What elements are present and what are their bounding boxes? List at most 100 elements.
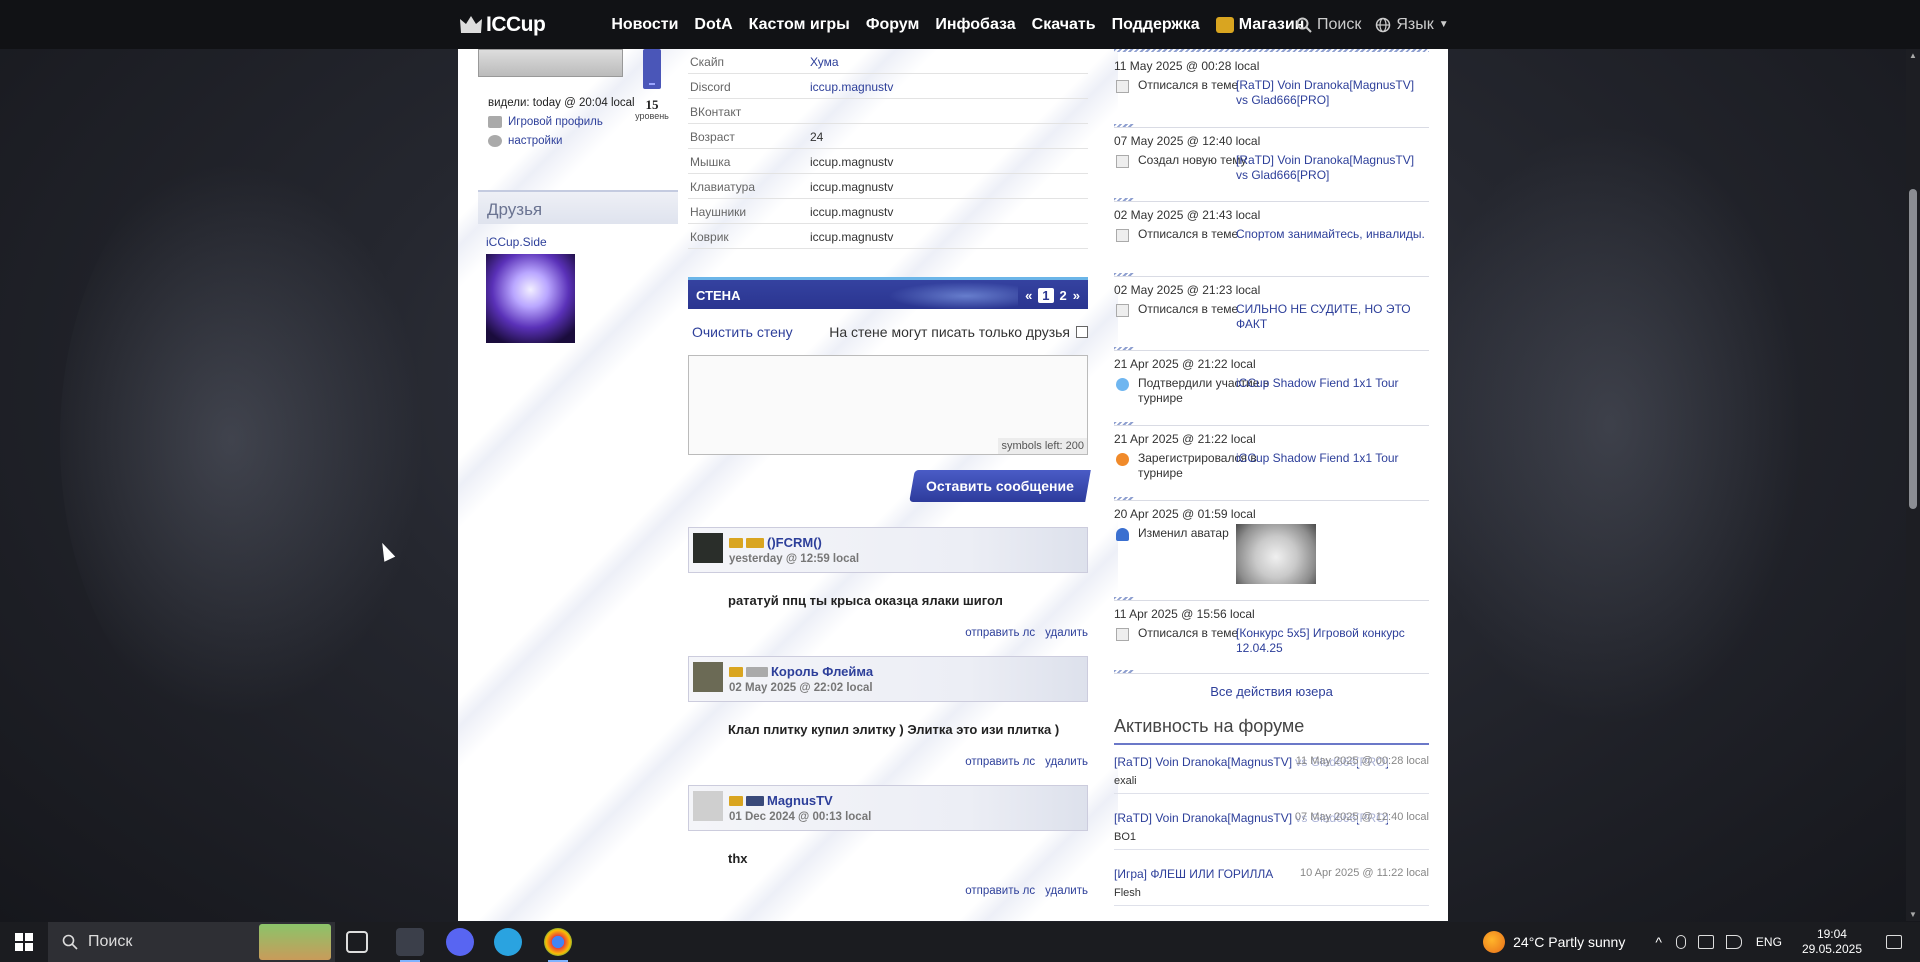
wall-post-header: Король Флейма 02 May 2025 @ 22:02 local bbox=[688, 656, 1088, 702]
profile-info-row: ВКонтакт bbox=[688, 99, 1088, 124]
friends-only-label: На стене могут писать только друзья bbox=[829, 324, 1070, 340]
wall-pager: « 1 2 » bbox=[1025, 288, 1080, 303]
author-name[interactable]: ()FCRM() bbox=[729, 535, 822, 550]
scroll-up-arrow[interactable]: ▲ bbox=[1909, 51, 1917, 60]
author-name[interactable]: Король Флейма bbox=[729, 664, 873, 679]
network-icon[interactable] bbox=[1697, 935, 1714, 949]
nav-custom-games[interactable]: Кастом игры bbox=[741, 16, 858, 34]
clear-wall-link[interactable]: Очистить стену bbox=[692, 324, 793, 340]
profile-info-row: Скайп Хума bbox=[688, 49, 1088, 74]
activity-divider bbox=[1114, 198, 1429, 202]
activity-target-link[interactable]: [RaTD] Voin Dranoka[MagnusTV] vs Glad666… bbox=[1236, 78, 1426, 108]
send-pm-link[interactable]: отправить лс bbox=[965, 627, 1035, 639]
send-pm-link[interactable]: отправить лс bbox=[965, 756, 1035, 768]
new-topic-icon bbox=[1116, 155, 1129, 168]
telegram-icon[interactable] bbox=[494, 928, 522, 956]
volume-icon[interactable] bbox=[1725, 935, 1742, 949]
nav-dota[interactable]: DotA bbox=[686, 16, 740, 34]
game-app-icon[interactable] bbox=[396, 928, 424, 962]
author-avatar[interactable] bbox=[693, 791, 723, 821]
activity-target-link[interactable]: Спортом занимайтесь, инвалиды. bbox=[1236, 227, 1426, 242]
info-key: Клавиатура bbox=[690, 180, 755, 194]
post-actions: отправить лс удалить bbox=[965, 627, 1088, 639]
send-pm-link[interactable]: отправить лс bbox=[965, 885, 1035, 897]
wall-message-input[interactable]: symbols left: 200 bbox=[688, 355, 1088, 455]
globe-icon bbox=[1376, 17, 1391, 32]
register-icon bbox=[1116, 453, 1129, 466]
nav-infobase[interactable]: Инфобаза bbox=[927, 16, 1023, 34]
activity-target-link[interactable]: [Конкурс 5x5] Игровой конкурс 12.04.25 bbox=[1236, 626, 1426, 656]
discord-icon[interactable] bbox=[446, 928, 474, 956]
game-profile-link[interactable]: Игровой профиль bbox=[488, 116, 603, 128]
taskbar-search-label: Поиск bbox=[88, 933, 133, 950]
author-name[interactable]: MagnusTV bbox=[729, 793, 833, 808]
nav-forum[interactable]: Форум bbox=[858, 16, 928, 34]
language-selector[interactable]: Язык ▼ bbox=[1375, 16, 1449, 34]
author-avatar[interactable] bbox=[693, 662, 723, 692]
pager-page-1[interactable]: 1 bbox=[1038, 288, 1054, 303]
activity-divider bbox=[1114, 273, 1429, 277]
activity-date: 07 May 2025 @ 12:40 local bbox=[1114, 134, 1261, 148]
clock[interactable]: 19:04 29.05.2025 bbox=[1802, 927, 1862, 957]
nav-support[interactable]: Поддержка bbox=[1104, 16, 1208, 34]
pager-prev[interactable]: « bbox=[1025, 288, 1032, 303]
info-value: iccup.magnustv bbox=[810, 230, 894, 244]
activity-divider bbox=[1114, 422, 1429, 426]
nav-news[interactable]: Новости bbox=[603, 16, 686, 34]
delete-link[interactable]: удалить bbox=[1045, 627, 1088, 639]
activity-date: 02 May 2025 @ 21:23 local bbox=[1114, 283, 1261, 297]
taskbar-search[interactable]: Поиск bbox=[48, 922, 335, 962]
forum-topic-link[interactable]: [Игра] ФЛЕШ ИЛИ ГОРИЛЛА bbox=[1114, 867, 1273, 881]
search-button[interactable]: Поиск bbox=[1296, 16, 1361, 34]
activity-date: 21 Apr 2025 @ 21:22 local bbox=[1114, 357, 1256, 371]
info-value: iccup.magnustv bbox=[810, 155, 894, 169]
info-value: iccup.magnustv bbox=[810, 180, 894, 194]
activity-target-link[interactable]: iCCup Shadow Fiend 1x1 Tour bbox=[1236, 451, 1426, 466]
info-value[interactable]: iccup.magnustv bbox=[810, 80, 893, 94]
chevron-up-icon[interactable]: ^ bbox=[1655, 934, 1662, 950]
post-text: Клал плитку купил элитку ) Элитка это из… bbox=[728, 722, 1060, 737]
pager-next[interactable]: » bbox=[1073, 288, 1080, 303]
post-icon bbox=[1116, 229, 1129, 242]
input-language[interactable]: ENG bbox=[1756, 935, 1782, 949]
post-button-label: Оставить сообщение bbox=[926, 478, 1074, 494]
info-key: Мышка bbox=[690, 155, 731, 169]
task-view-icon[interactable] bbox=[346, 931, 368, 953]
scroll-down-arrow[interactable]: ▼ bbox=[1909, 910, 1917, 919]
forum-row-divider bbox=[1114, 905, 1429, 906]
friends-only-toggle[interactable]: На стене могут писать только друзья bbox=[829, 324, 1088, 340]
page-scrollbar[interactable]: ▲ ▼ bbox=[1906, 49, 1920, 921]
weather-text[interactable]: 24°C Partly sunny bbox=[1513, 934, 1625, 950]
wall-post-header: MagnusTV 01 Dec 2024 @ 00:13 local bbox=[688, 785, 1088, 831]
activity-divider bbox=[1114, 347, 1429, 351]
pager-page-2[interactable]: 2 bbox=[1060, 288, 1067, 303]
friends-only-checkbox[interactable] bbox=[1076, 326, 1088, 338]
all-actions-link[interactable]: Все действия юзера bbox=[1114, 684, 1429, 699]
flag-badge-icon bbox=[746, 795, 764, 806]
activity-divider bbox=[1114, 597, 1429, 601]
chrome-icon[interactable] bbox=[544, 928, 572, 962]
friend-avatar[interactable] bbox=[486, 254, 575, 343]
post-message-button[interactable]: Оставить сообщение bbox=[909, 470, 1091, 502]
delete-link[interactable]: удалить bbox=[1045, 756, 1088, 768]
settings-link[interactable]: настройки bbox=[488, 135, 562, 147]
friend-name-link[interactable]: iCCup.Side bbox=[486, 235, 547, 249]
weather-icon[interactable] bbox=[1483, 931, 1506, 953]
forum-post-excerpt: exali bbox=[1114, 775, 1137, 787]
delete-link[interactable]: удалить bbox=[1045, 885, 1088, 897]
nav-download[interactable]: Скачать bbox=[1024, 16, 1104, 34]
notifications-icon[interactable] bbox=[1886, 935, 1902, 949]
info-value[interactable]: Хума bbox=[810, 55, 839, 69]
author-avatar[interactable] bbox=[693, 533, 723, 563]
wall-title: СТЕНА bbox=[696, 288, 741, 303]
scrollbar-thumb[interactable] bbox=[1909, 189, 1917, 509]
activity-target-link[interactable]: [RaTD] Voin Dranoka[MagnusTV] vs Glad666… bbox=[1236, 153, 1426, 183]
activity-target-link[interactable]: iCCup Shadow Fiend 1x1 Tour bbox=[1236, 376, 1426, 391]
microphone-icon[interactable] bbox=[1675, 935, 1686, 949]
start-button[interactable] bbox=[0, 922, 48, 962]
site-logo[interactable]: ICCup bbox=[458, 13, 546, 37]
activity-target-link[interactable]: СИЛЬНО НЕ СУДИТЕ, НО ЭТО ФАКТ bbox=[1236, 302, 1426, 332]
profile-info-row: Коврик iccup.magnustv bbox=[688, 224, 1088, 249]
king-badge-icon bbox=[746, 537, 764, 548]
activity-date: 11 Apr 2025 @ 15:56 local bbox=[1114, 607, 1255, 621]
